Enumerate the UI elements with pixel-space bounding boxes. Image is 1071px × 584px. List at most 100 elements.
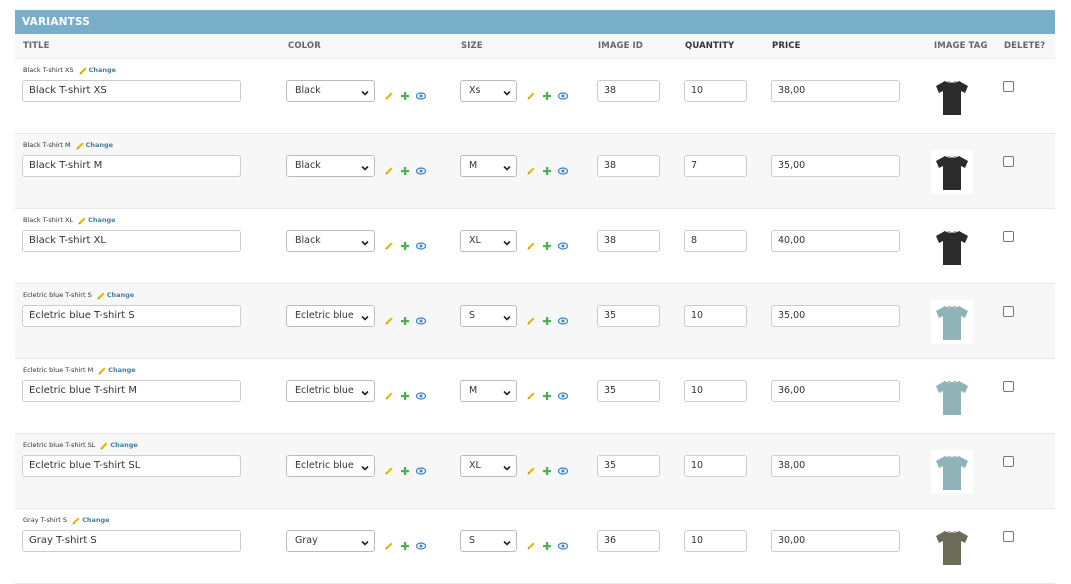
color-select[interactable]: Gray: [286, 530, 375, 552]
edit-size-pencil-icon[interactable]: [526, 236, 536, 250]
view-size-eye-icon[interactable]: [557, 536, 569, 550]
edit-size-pencil-icon[interactable]: [526, 161, 536, 175]
edit-color-pencil-icon[interactable]: [384, 86, 394, 100]
image-id-input[interactable]: 36: [597, 530, 660, 552]
view-size-eye-icon[interactable]: [557, 86, 569, 100]
add-size-plus-icon[interactable]: [542, 311, 552, 325]
color-select[interactable]: Ecletric blue: [286, 455, 375, 477]
change-link[interactable]: Change: [110, 441, 137, 449]
delete-checkbox[interactable]: [1003, 81, 1014, 92]
add-size-plus-icon[interactable]: [542, 86, 552, 100]
quantity-input[interactable]: 10: [684, 455, 747, 477]
change-link[interactable]: Change: [86, 141, 113, 149]
change-link[interactable]: Change: [82, 516, 109, 524]
color-select[interactable]: Black: [286, 80, 375, 102]
price-input[interactable]: 30,00: [771, 530, 900, 552]
add-color-plus-icon[interactable]: [400, 311, 410, 325]
title-input[interactable]: Black T-shirt XL: [22, 230, 241, 252]
edit-size-pencil-icon[interactable]: [526, 536, 536, 550]
edit-size-pencil-icon[interactable]: [526, 86, 536, 100]
view-size-eye-icon[interactable]: [557, 386, 569, 400]
add-color-plus-icon[interactable]: [400, 161, 410, 175]
delete-checkbox[interactable]: [1003, 306, 1014, 317]
image-id-input[interactable]: 38: [597, 155, 660, 177]
edit-color-pencil-icon[interactable]: [384, 236, 394, 250]
edit-size-pencil-icon[interactable]: [526, 311, 536, 325]
quantity-input[interactable]: 8: [684, 230, 747, 252]
add-color-plus-icon[interactable]: [400, 461, 410, 475]
delete-checkbox[interactable]: [1003, 531, 1014, 542]
add-size-plus-icon[interactable]: [542, 161, 552, 175]
color-select[interactable]: Ecletric blue: [286, 305, 375, 327]
price-input[interactable]: 40,00: [771, 230, 900, 252]
title-input[interactable]: Ecletric blue T-shirt S: [22, 305, 241, 327]
view-size-eye-icon[interactable]: [557, 311, 569, 325]
delete-checkbox[interactable]: [1003, 456, 1014, 467]
pencil-icon[interactable]: [75, 141, 84, 150]
view-color-eye-icon[interactable]: [415, 161, 427, 175]
color-select[interactable]: Ecletric blue: [286, 380, 375, 402]
color-select[interactable]: Black: [286, 155, 375, 177]
size-select[interactable]: Xs: [460, 80, 517, 102]
quantity-input[interactable]: 10: [684, 380, 747, 402]
edit-size-pencil-icon[interactable]: [526, 461, 536, 475]
quantity-input[interactable]: 10: [684, 80, 747, 102]
edit-size-pencil-icon[interactable]: [526, 386, 536, 400]
size-select[interactable]: S: [460, 530, 517, 552]
price-input[interactable]: 38,00: [771, 455, 900, 477]
delete-checkbox[interactable]: [1003, 156, 1014, 167]
quantity-input[interactable]: 10: [684, 305, 747, 327]
edit-color-pencil-icon[interactable]: [384, 386, 394, 400]
title-input[interactable]: Gray T-shirt S: [22, 530, 241, 552]
view-color-eye-icon[interactable]: [415, 311, 427, 325]
view-color-eye-icon[interactable]: [415, 386, 427, 400]
size-select[interactable]: XL: [460, 230, 517, 252]
change-link[interactable]: Change: [88, 216, 115, 224]
change-link[interactable]: Change: [108, 366, 135, 374]
size-select[interactable]: S: [460, 305, 517, 327]
change-link[interactable]: Change: [107, 291, 134, 299]
view-color-eye-icon[interactable]: [415, 86, 427, 100]
image-id-input[interactable]: 35: [597, 380, 660, 402]
edit-color-pencil-icon[interactable]: [384, 461, 394, 475]
pencil-icon[interactable]: [96, 291, 105, 300]
image-id-input[interactable]: 38: [597, 80, 660, 102]
quantity-input[interactable]: 10: [684, 530, 747, 552]
add-size-plus-icon[interactable]: [542, 536, 552, 550]
price-input[interactable]: 35,00: [771, 305, 900, 327]
color-select[interactable]: Black: [286, 230, 375, 252]
add-color-plus-icon[interactable]: [400, 86, 410, 100]
size-select[interactable]: M: [460, 155, 517, 177]
edit-color-pencil-icon[interactable]: [384, 311, 394, 325]
title-input[interactable]: Black T-shirt XS: [22, 80, 241, 102]
add-color-plus-icon[interactable]: [400, 236, 410, 250]
pencil-icon[interactable]: [77, 216, 86, 225]
view-size-eye-icon[interactable]: [557, 236, 569, 250]
view-color-eye-icon[interactable]: [415, 236, 427, 250]
view-color-eye-icon[interactable]: [415, 461, 427, 475]
title-input[interactable]: Black T-shirt M: [22, 155, 241, 177]
quantity-input[interactable]: 7: [684, 155, 747, 177]
price-input[interactable]: 38,00: [771, 80, 900, 102]
view-size-eye-icon[interactable]: [557, 161, 569, 175]
edit-color-pencil-icon[interactable]: [384, 161, 394, 175]
add-color-plus-icon[interactable]: [400, 536, 410, 550]
edit-color-pencil-icon[interactable]: [384, 536, 394, 550]
image-id-input[interactable]: 38: [597, 230, 660, 252]
add-color-plus-icon[interactable]: [400, 386, 410, 400]
view-size-eye-icon[interactable]: [557, 461, 569, 475]
view-color-eye-icon[interactable]: [415, 536, 427, 550]
pencil-icon[interactable]: [99, 441, 108, 450]
delete-checkbox[interactable]: [1003, 231, 1014, 242]
pencil-icon[interactable]: [97, 366, 106, 375]
size-select[interactable]: XL: [460, 455, 517, 477]
add-size-plus-icon[interactable]: [542, 386, 552, 400]
delete-checkbox[interactable]: [1003, 381, 1014, 392]
add-size-plus-icon[interactable]: [542, 461, 552, 475]
pencil-icon[interactable]: [71, 516, 80, 525]
image-id-input[interactable]: 35: [597, 305, 660, 327]
change-link[interactable]: Change: [89, 66, 116, 74]
title-input[interactable]: Ecletric blue T-shirt SL: [22, 455, 241, 477]
pencil-icon[interactable]: [78, 66, 87, 75]
image-id-input[interactable]: 35: [597, 455, 660, 477]
